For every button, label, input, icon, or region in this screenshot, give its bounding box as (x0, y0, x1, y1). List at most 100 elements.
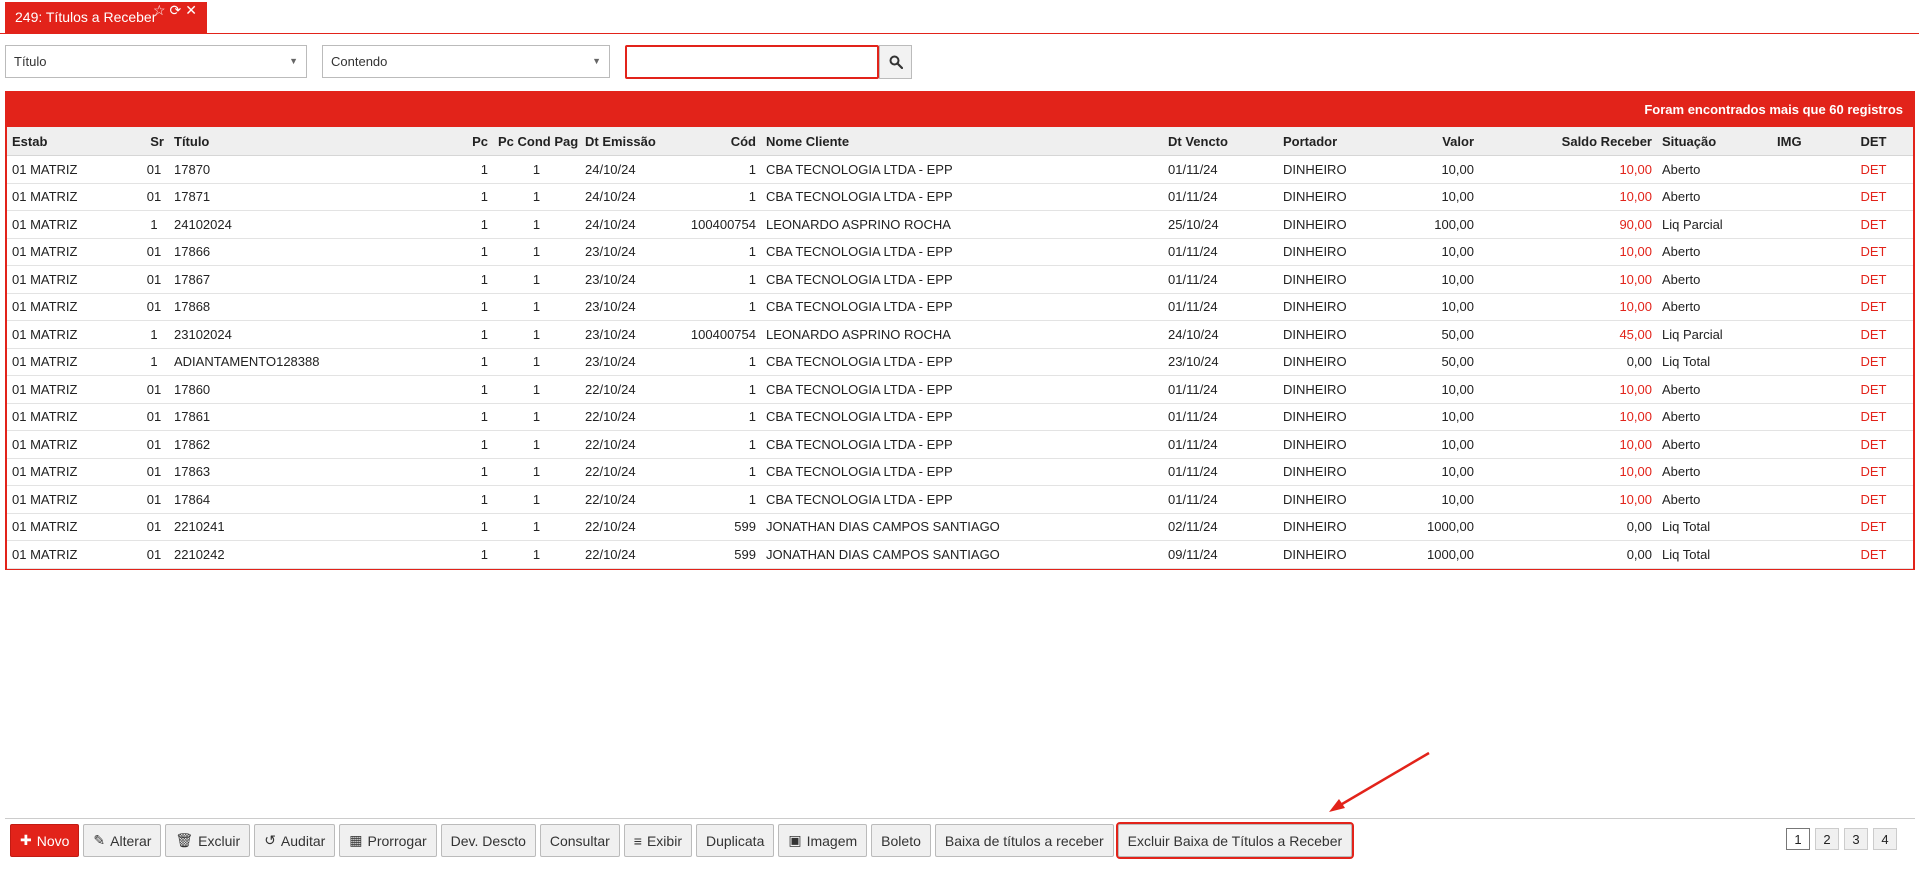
table-cell: 1 (493, 183, 580, 211)
table-row[interactable]: 01 MATRIZ 01 17867 1 1 23/10/24 1 CBA TECNOLOGI… (7, 265, 1913, 294)
det-link[interactable]: DET (1834, 210, 1913, 239)
auditar-button[interactable]: ↺ Auditar (254, 824, 336, 857)
novo-button[interactable]: ✚ Novo (10, 824, 80, 857)
table-cell: 01/11/24 (1163, 485, 1278, 514)
det-link[interactable]: DET (1834, 458, 1913, 486)
det-link[interactable]: DET (1834, 513, 1913, 541)
table-cell: 24/10/24 (580, 183, 676, 211)
table-row[interactable]: 01 MATRIZ 1 23102024 1 1 23/10/24 100400754 LEO… (7, 320, 1913, 349)
table-cell: 01 MATRIZ (7, 210, 139, 239)
column-header[interactable]: IMG (1772, 127, 1834, 156)
table-cell: 1 (395, 155, 493, 184)
table-row[interactable]: 01 MATRIZ 01 2210242 1 1 22/10/24 599 JONATHAN … (7, 540, 1913, 569)
button-label: Alterar (110, 832, 152, 849)
duplicata-button[interactable]: Duplicata (695, 824, 775, 857)
table-cell: 1 (676, 265, 761, 294)
column-header[interactable]: DET (1834, 127, 1913, 156)
alterar-button[interactable]: ✎ Alterar (83, 824, 162, 857)
table-cell: Aberto (1657, 403, 1772, 431)
table-row[interactable]: 01 MATRIZ 01 17870 1 1 24/10/24 1 CBA TECNOLOGI… (7, 155, 1913, 184)
table-row[interactable]: 01 MATRIZ 01 17866 1 1 23/10/24 1 CBA TECNOLOGI… (7, 238, 1913, 266)
det-link[interactable]: DET (1834, 485, 1913, 514)
star-icon[interactable]: ☆ (153, 2, 170, 18)
column-header[interactable]: Título (169, 127, 395, 156)
page-2-button[interactable]: 2 (1815, 828, 1839, 850)
det-link[interactable]: DET (1834, 155, 1913, 184)
det-link[interactable]: DET (1834, 238, 1913, 266)
column-header[interactable]: Dt Vencto (1163, 127, 1278, 156)
refresh-icon[interactable]: ⟳ (170, 2, 186, 18)
table-cell: CBA TECNOLOGIA LTDA - EPP (761, 155, 1163, 184)
table-cell: 01/11/24 (1163, 238, 1278, 266)
table-row[interactable]: 01 MATRIZ 01 17862 1 1 22/10/24 1 CBA TECNOLOGI… (7, 430, 1913, 459)
exibir-button[interactable]: ≡ Exibir (623, 824, 692, 857)
operator-select[interactable]: Contendo ▼ (322, 45, 610, 78)
boleto-button[interactable]: Boleto (871, 824, 931, 857)
table-cell: 1 (395, 458, 493, 486)
table-cell: 01 (139, 155, 169, 184)
column-header[interactable]: Nome Cliente (761, 127, 1163, 156)
table-row[interactable]: 01 MATRIZ 01 2210241 1 1 22/10/24 599 JONATHAN … (7, 513, 1913, 541)
table-cell: CBA TECNOLOGIA LTDA - EPP (761, 238, 1163, 266)
table-cell: DINHEIRO (1278, 458, 1388, 486)
det-link[interactable]: DET (1834, 293, 1913, 321)
table-row[interactable]: 01 MATRIZ 01 17864 1 1 22/10/24 1 CBA TECNOLOGI… (7, 485, 1913, 514)
column-header[interactable]: Estab (7, 127, 139, 156)
page-4-button[interactable]: 4 (1873, 828, 1897, 850)
column-header[interactable]: Pc (395, 127, 493, 156)
table-row[interactable]: 01 MATRIZ 01 17861 1 1 22/10/24 1 CBA TECNOLOGI… (7, 403, 1913, 431)
det-link[interactable]: DET (1834, 183, 1913, 211)
table-cell: 1 (395, 320, 493, 349)
table-cell: DINHEIRO (1278, 513, 1388, 541)
page-3-button[interactable]: 3 (1844, 828, 1868, 850)
column-header[interactable]: Saldo Receber (1479, 127, 1657, 156)
page-1-button[interactable]: 1 (1786, 828, 1810, 850)
column-header[interactable]: Situação (1657, 127, 1772, 156)
column-header[interactable]: Pc Cond Pag (493, 127, 580, 156)
column-header[interactable]: Sr (139, 127, 169, 156)
det-link[interactable]: DET (1834, 375, 1913, 404)
excluir-button[interactable]: 🗑 Excluir (165, 824, 251, 857)
table-row[interactable]: 01 MATRIZ 01 17860 1 1 22/10/24 1 CBA TECNOLOGI… (7, 375, 1913, 404)
table-cell: CBA TECNOLOGIA LTDA - EPP (761, 293, 1163, 321)
det-link[interactable]: DET (1834, 348, 1913, 376)
column-header[interactable]: Valor (1388, 127, 1479, 156)
table-cell: Liq Total (1657, 540, 1772, 569)
table-cell: 1 (395, 430, 493, 459)
table-row[interactable]: 01 MATRIZ 01 17863 1 1 22/10/24 1 CBA TECNOLOGI… (7, 458, 1913, 486)
imagem-button[interactable]: ▣ Imagem (778, 824, 868, 857)
table-cell: 45,00 (1479, 320, 1657, 349)
footer-divider (5, 818, 1915, 819)
search-input[interactable] (625, 45, 879, 79)
table-cell: 1 (139, 210, 169, 239)
table-row[interactable]: 01 MATRIZ 1 24102024 1 1 24/10/24 100400754 LEO… (7, 210, 1913, 239)
close-icon[interactable]: ✕ (185, 2, 201, 18)
table-row[interactable]: 01 MATRIZ 1 ADIANTAMENTO128388 1 1 23/10/24 1 C… (7, 348, 1913, 376)
table-row[interactable]: 01 MATRIZ 01 17871 1 1 24/10/24 1 CBA TECNOLOGI… (7, 183, 1913, 211)
table-cell: 22/10/24 (580, 513, 676, 541)
column-header[interactable]: Portador (1278, 127, 1388, 156)
excluir-baixa-titulos-button[interactable]: Excluir Baixa de Títulos a Receber (1115, 822, 1355, 859)
search-button[interactable] (879, 45, 912, 79)
det-link[interactable]: DET (1834, 540, 1913, 569)
det-link[interactable]: DET (1834, 403, 1913, 431)
table-cell (1772, 348, 1834, 376)
dev-descto-button[interactable]: Dev. Descto (440, 824, 536, 857)
column-header[interactable]: Dt Emissão (580, 127, 676, 156)
table-cell: 599 (676, 513, 761, 541)
table-cell: 10,00 (1479, 485, 1657, 514)
column-header[interactable]: Cód (676, 127, 761, 156)
baixa-titulos-button[interactable]: Baixa de títulos a receber (934, 824, 1114, 857)
tab-titulos-a-receber[interactable]: 249: Títulos a Receber ☆⟳✕ (5, 2, 207, 33)
table-row[interactable]: 01 MATRIZ 01 17868 1 1 23/10/24 1 CBA TECNOLOGI… (7, 293, 1913, 321)
field-select[interactable]: Título ▼ (5, 45, 307, 78)
table-cell: DINHEIRO (1278, 210, 1388, 239)
prorrogar-button[interactable]: ▦ Prorrogar (339, 824, 437, 857)
det-link[interactable]: DET (1834, 320, 1913, 349)
table-cell: JONATHAN DIAS CAMPOS SANTIAGO (761, 540, 1163, 569)
table-cell: Aberto (1657, 375, 1772, 404)
button-label: Auditar (280, 832, 326, 849)
det-link[interactable]: DET (1834, 430, 1913, 459)
consultar-button[interactable]: Consultar (539, 824, 620, 857)
det-link[interactable]: DET (1834, 265, 1913, 294)
